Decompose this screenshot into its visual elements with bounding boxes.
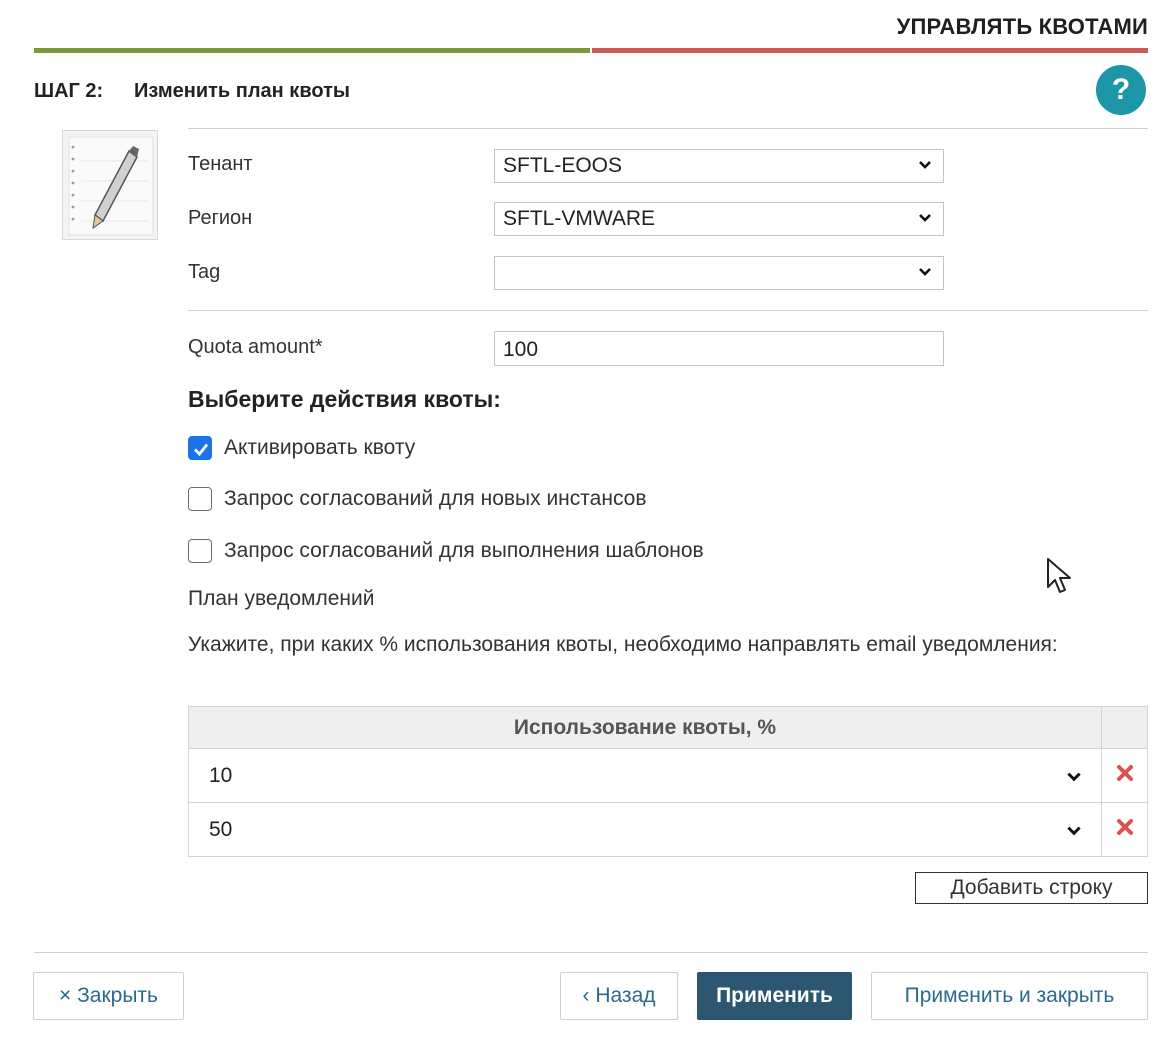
notification-plan-title: План уведомлений bbox=[188, 587, 375, 610]
quota-threshold-select[interactable]: 10 bbox=[189, 750, 1101, 802]
approval-templates-label: Запрос согласований для выполнения шабло… bbox=[224, 539, 704, 562]
step-title: Изменить план квоты bbox=[134, 80, 350, 102]
quota-amount-label: Quota amount* bbox=[188, 336, 323, 358]
chevron-down-icon bbox=[1067, 772, 1081, 781]
delete-row-button[interactable] bbox=[1101, 748, 1148, 803]
divider bbox=[188, 310, 1148, 311]
approval-templates-option[interactable]: Запрос согласований для выполнения шабло… bbox=[188, 539, 704, 563]
chevron-down-icon bbox=[919, 214, 931, 222]
quota-threshold-select[interactable]: 50 bbox=[189, 804, 1101, 856]
chevron-down-icon bbox=[919, 268, 931, 276]
activate-quota-label: Активировать квоту bbox=[224, 436, 416, 459]
region-select[interactable]: SFTL-VMWARE bbox=[494, 202, 944, 236]
table-row: 10 bbox=[188, 748, 1148, 803]
region-value: SFTL-VMWARE bbox=[503, 207, 656, 230]
quota-usage-table: Использование квоты, % 10 50 bbox=[188, 706, 1148, 857]
divider bbox=[34, 952, 1148, 953]
back-button[interactable]: ‹ Назад bbox=[560, 972, 678, 1020]
region-label: Регион bbox=[188, 207, 253, 229]
tenant-value: SFTL-EOOS bbox=[503, 154, 623, 177]
quota-actions-heading: Выберите действия квоты: bbox=[188, 386, 501, 412]
tag-select[interactable] bbox=[494, 256, 944, 290]
delete-row-button[interactable] bbox=[1101, 802, 1148, 857]
delete-x-icon bbox=[1116, 819, 1133, 835]
quota-threshold-value: 50 bbox=[209, 817, 233, 841]
progress-step-pending bbox=[592, 48, 1148, 53]
divider bbox=[188, 128, 1148, 129]
quota-amount-input[interactable]: 100 bbox=[494, 331, 944, 366]
chevron-down-icon bbox=[919, 161, 931, 169]
quota-usage-column-header: Использование квоты, % bbox=[188, 706, 1102, 749]
progress-step-done bbox=[34, 48, 590, 53]
mouse-cursor-icon bbox=[1047, 558, 1071, 593]
dialog-title: УПРАВЛЯТЬ КВОТАМИ bbox=[896, 14, 1148, 39]
chevron-down-icon bbox=[1067, 826, 1081, 835]
tag-label: Tag bbox=[188, 261, 221, 283]
step-label: ШАГ 2: bbox=[34, 80, 104, 102]
approval-new-instances-checkbox[interactable] bbox=[188, 487, 212, 511]
tenant-label: Тенант bbox=[188, 153, 253, 175]
approval-templates-checkbox[interactable] bbox=[188, 539, 212, 563]
apply-button[interactable]: Применить bbox=[697, 972, 852, 1020]
add-row-button[interactable]: Добавить строку bbox=[915, 872, 1148, 904]
checkmark-icon bbox=[194, 443, 209, 457]
approval-new-instances-label: Запрос согласований для новых инстансов bbox=[224, 487, 647, 510]
help-icon[interactable]: ? bbox=[1096, 65, 1146, 115]
actions-column-header bbox=[1101, 706, 1148, 749]
activate-quota-option[interactable]: Активировать квоту bbox=[188, 436, 415, 460]
tenant-select[interactable]: SFTL-EOOS bbox=[494, 149, 944, 183]
activate-quota-checkbox[interactable] bbox=[188, 436, 212, 460]
notepad-pencil-icon bbox=[62, 130, 158, 240]
table-row: 50 bbox=[188, 802, 1148, 857]
quota-threshold-value: 10 bbox=[209, 763, 233, 787]
close-button[interactable]: × Закрыть bbox=[33, 972, 184, 1020]
apply-and-close-button[interactable]: Применить и закрыть bbox=[871, 972, 1148, 1020]
notification-plan-description: Укажите, при каких % использования квоты… bbox=[188, 633, 1058, 656]
approval-new-instances-option[interactable]: Запрос согласований для новых инстансов bbox=[188, 487, 647, 511]
delete-x-icon bbox=[1116, 765, 1133, 781]
